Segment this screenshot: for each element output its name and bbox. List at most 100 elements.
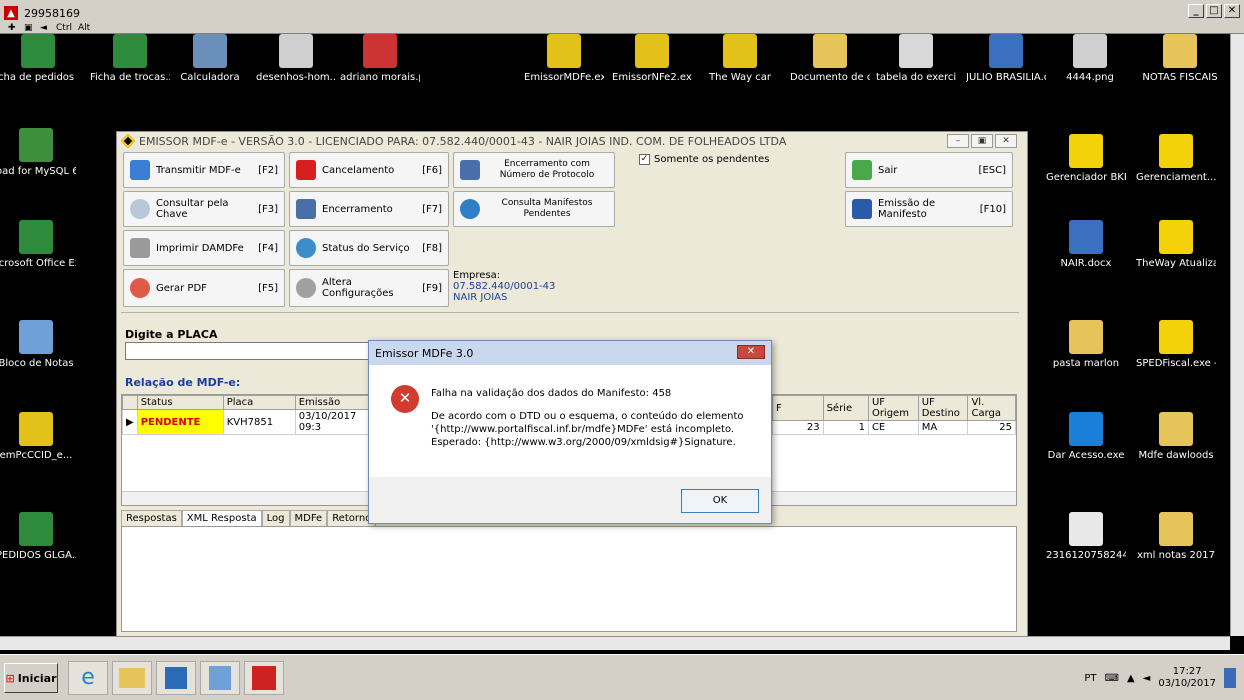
excel-icon xyxy=(21,34,55,68)
monitor-icon[interactable]: ▣ xyxy=(24,23,34,33)
horizontal-scrollbar[interactable] xyxy=(0,636,1230,650)
desktop-icon[interactable]: Gerenciador BKP xyxy=(1046,134,1126,184)
desktop-icon[interactable]: JULIO BRASILIA.docx xyxy=(966,34,1046,84)
cancelamento-button[interactable]: Cancelamento [F6] xyxy=(289,152,449,188)
desktop-icon[interactable]: xml notas 2017 xyxy=(1136,512,1216,562)
remote-titlebar: ▲ 29958169 ✚ ▣ ◄ Ctrl Alt _ □ ✕ xyxy=(0,0,1244,34)
desktop-icon[interactable]: Calculadora xyxy=(170,34,250,84)
volume-icon[interactable]: ◄ xyxy=(1143,673,1151,684)
remote-title: 29958169 xyxy=(24,6,80,20)
desktop-icon[interactable]: The Way car xyxy=(700,34,780,84)
desktop-icon[interactable]: TheWay Atualiza Sistema xyxy=(1136,220,1216,270)
desktop-icon[interactable]: NOTAS FISCAIS xyxy=(1140,34,1220,84)
ok-button[interactable]: OK xyxy=(681,489,759,513)
desktop-icon-label: emPcCCID_e... xyxy=(0,450,73,461)
pin-icon[interactable]: ✚ xyxy=(8,23,18,33)
app-maximize-button[interactable]: ▣ xyxy=(971,134,993,148)
desktop-icon[interactable]: emPcCCID_e... xyxy=(0,412,76,462)
error-summary: Falha na validação dos dados do Manifest… xyxy=(431,388,672,399)
sair-button[interactable]: Sair [ESC] xyxy=(845,152,1013,188)
desktop-icon[interactable]: EmissorNFe2.exe - Atalho xyxy=(612,34,692,84)
taskbar-outlook[interactable] xyxy=(156,661,196,695)
desktop-icon[interactable]: Documento de clinte para M... xyxy=(790,34,870,84)
response-area[interactable] xyxy=(121,526,1017,632)
desktop-icon[interactable]: oad for MySQL 6.0 Freeware xyxy=(0,128,76,178)
desktop-icon[interactable]: SPEDFiscal.exe - Atalho xyxy=(1136,320,1216,370)
imprimir-damdfe-button[interactable]: Imprimir DAMDFe [F4] xyxy=(123,230,285,266)
desktop-icon[interactable]: PEDIDOS GLGA.xlsx xyxy=(0,512,76,562)
checkbox-checked-icon: ✓ xyxy=(639,154,650,165)
vertical-scrollbar[interactable] xyxy=(1230,34,1244,636)
desktop-icon[interactable]: EmissorMDFe.exe - Atalho xyxy=(524,34,604,84)
excel-icon xyxy=(19,512,53,546)
taskbar-ie[interactable]: e xyxy=(68,661,108,695)
desktop-icon[interactable]: Mdfe dawloods xyxy=(1136,412,1216,462)
desktop-icon[interactable]: desenhos-hom... xyxy=(256,34,336,84)
taskbar-explorer[interactable] xyxy=(112,661,152,695)
table-row[interactable]: ▶ PENDENTE KVH7851 03/10/2017 09:3 xyxy=(122,409,376,435)
restore-button[interactable]: □ xyxy=(1206,4,1222,18)
tab-log[interactable]: Log xyxy=(261,510,290,526)
tab-respostas[interactable]: Respostas xyxy=(121,510,182,526)
language-indicator[interactable]: PT xyxy=(1084,673,1096,684)
desktop-icon[interactable]: Dar Acesso.exe xyxy=(1046,412,1126,462)
desktop-icon-label: NAIR.docx xyxy=(1060,258,1112,269)
desktop-icon[interactable]: NAIR.docx xyxy=(1046,220,1126,270)
gerar-pdf-button[interactable]: Gerar PDF [F5] xyxy=(123,269,285,307)
desktop-icon-label: adriano morais.pd... xyxy=(340,72,420,83)
desktop-icon-label: pasta marlon xyxy=(1052,358,1120,369)
desktop-icon-label: Mdfe dawloods xyxy=(1138,450,1214,461)
desktop-icon[interactable]: icrosoft Office Excel 2007 xyxy=(0,220,76,270)
network-icon[interactable]: ▲ xyxy=(1127,673,1135,684)
placa-input[interactable] xyxy=(125,342,375,360)
grid-header-right: F Série UF Origem UF Destino Vl. Carga xyxy=(772,395,1016,421)
divider xyxy=(121,312,1019,313)
remote-caption: ▲ 29958169 xyxy=(4,4,80,22)
word-icon xyxy=(1069,220,1103,254)
alt-key[interactable]: Alt xyxy=(78,23,90,33)
tab-xml-resposta[interactable]: XML Resposta xyxy=(181,510,262,526)
transmitir-button[interactable]: Transmitir MDF-e [F2] xyxy=(123,152,285,188)
status-servico-button[interactable]: Status do Serviço [F8] xyxy=(289,230,449,266)
emissao-manifesto-button[interactable]: Emissão de Manifesto [F10] xyxy=(845,191,1013,227)
ctrl-key[interactable]: Ctrl xyxy=(56,23,72,33)
encerramento-protocolo-button[interactable]: Encerramento com Número de Protocolo xyxy=(453,152,615,188)
consultar-chave-button[interactable]: Consultar pela Chave [F3] xyxy=(123,191,285,227)
desktop-icon[interactable]: Ficha de trocas.xls... xyxy=(90,34,170,84)
desktop-icon[interactable]: cha de pedidos Nilsinho.xlsx xyxy=(0,34,78,84)
keyboard-icon[interactable]: ⌨ xyxy=(1105,673,1119,684)
encerramento-button[interactable]: Encerramento [F7] xyxy=(289,191,449,227)
dialog-close-button[interactable]: ✕ xyxy=(737,345,765,359)
minimize-button[interactable]: _ xyxy=(1188,4,1204,18)
somente-pendentes-checkbox[interactable]: ✓ Somente os pendentes xyxy=(639,154,769,165)
globe-icon xyxy=(460,199,480,219)
close-button[interactable]: ✕ xyxy=(1224,4,1240,18)
taskbar-notepad[interactable] xyxy=(200,661,240,695)
app-minimize-button[interactable]: – xyxy=(947,134,969,148)
consulta-pendentes-button[interactable]: Consulta Manifestos Pendentes xyxy=(453,191,615,227)
error-dialog: Emissor MDFe 3.0 ✕ ✕ Falha na validação … xyxy=(368,340,772,524)
table-row[interactable]: 23 1 CE MA 25 xyxy=(772,420,1016,435)
speaker-icon[interactable]: ◄ xyxy=(40,23,50,33)
show-desktop-button[interactable] xyxy=(1224,668,1236,688)
desktop-icon[interactable]: pasta marlon xyxy=(1046,320,1126,370)
desktop-icon[interactable]: adriano morais.pd... xyxy=(340,34,420,84)
manifest-icon xyxy=(852,199,872,219)
word-icon xyxy=(989,34,1023,68)
desktop-icon[interactable]: Gerenciament... xyxy=(1136,134,1216,184)
start-button[interactable]: ⊞ Iniciar xyxy=(4,663,58,693)
desktop-icon[interactable]: 2316120758244... xyxy=(1046,512,1126,562)
desktop-icon-label: xml notas 2017 xyxy=(1137,550,1215,561)
clock[interactable]: 17:27 03/10/2017 xyxy=(1158,666,1216,690)
desktop-icon[interactable]: 4444.png xyxy=(1050,34,1130,84)
app-logo-icon xyxy=(120,133,136,149)
taskbar-remote[interactable] xyxy=(244,661,284,695)
tab-mdfe[interactable]: MDFe xyxy=(289,510,328,526)
desktop-icon[interactable]: Bloco de Notas xyxy=(0,320,76,370)
desktop-icon[interactable]: tabela do exercito xyxy=(876,34,956,84)
app-close-button[interactable]: ✕ xyxy=(995,134,1017,148)
altera-configuracoes-button[interactable]: Altera Configurações [F9] xyxy=(289,269,449,307)
desktop-icon-label: Gerenciament... xyxy=(1136,172,1216,183)
desktop-icon-label: Dar Acesso.exe xyxy=(1047,450,1125,461)
empresa-info: Empresa: 07.582.440/0001-43 NAIR JOIAS xyxy=(453,270,556,303)
